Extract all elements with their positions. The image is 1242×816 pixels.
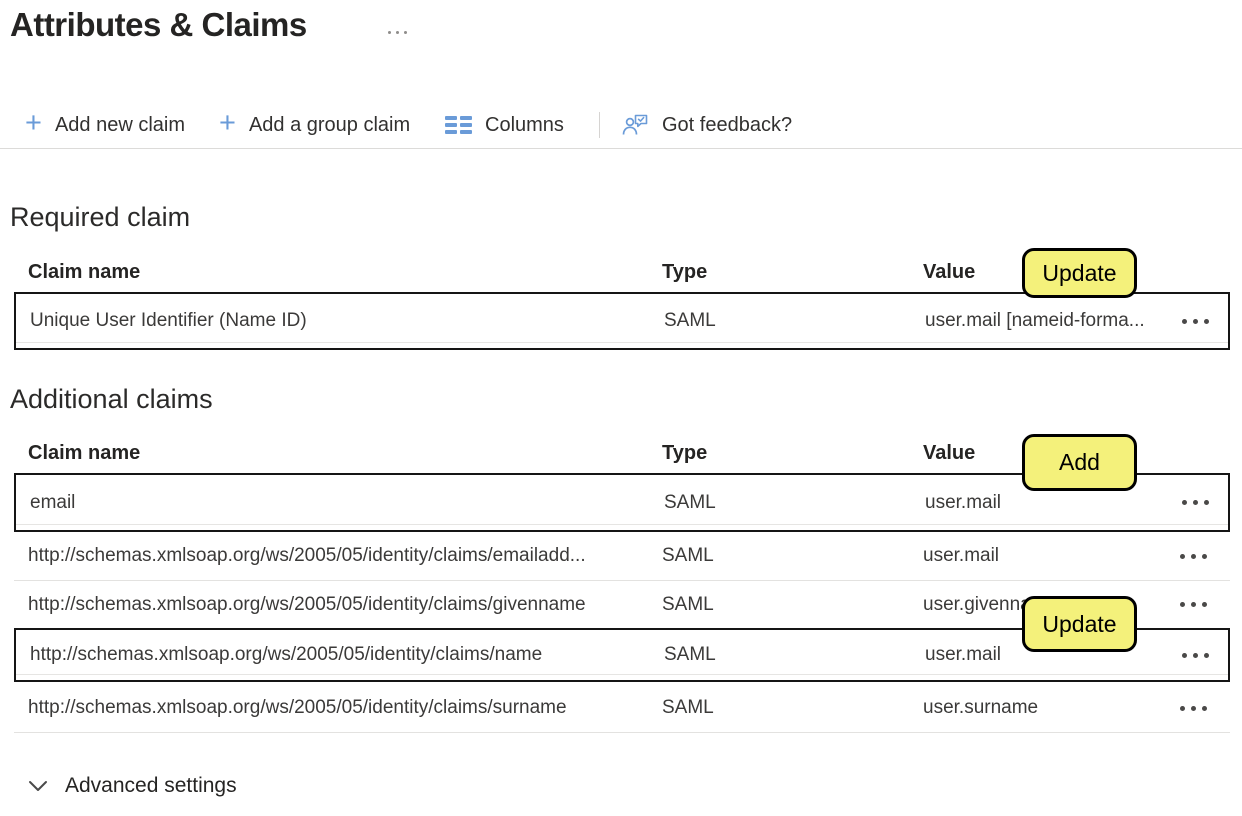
required-claim-row-highlight: Unique User Identifier (Name ID) SAML us…: [14, 292, 1230, 350]
claim-name-cell: http://schemas.xmlsoap.org/ws/2005/05/id…: [28, 697, 567, 718]
columns-button[interactable]: Columns: [445, 106, 564, 144]
claim-type-cell: SAML: [662, 545, 714, 566]
claim-type-cell: SAML: [664, 644, 716, 665]
row-menu-icon[interactable]: [1178, 702, 1230, 715]
row-menu-icon[interactable]: [1180, 649, 1228, 662]
row-menu-icon[interactable]: [1178, 598, 1230, 611]
claim-value-cell: user.mail: [923, 545, 1000, 566]
claim-value-cell: user.surname: [923, 697, 1039, 718]
got-feedback-button[interactable]: Got feedback?: [621, 106, 792, 144]
column-header-type: Type: [662, 441, 708, 464]
toolbar-rule: [0, 148, 1242, 149]
table-row[interactable]: http://schemas.xmlsoap.org/ws/2005/05/id…: [14, 684, 1230, 733]
row-menu-icon[interactable]: [1180, 496, 1228, 509]
got-feedback-label: Got feedback?: [662, 113, 793, 136]
claim-name-cell: http://schemas.xmlsoap.org/ws/2005/05/id…: [28, 545, 586, 566]
advanced-settings-expander[interactable]: Advanced settings: [28, 774, 237, 798]
claim-value-cell: user.mail [nameid-forma...: [925, 310, 1145, 331]
add-new-claim-button[interactable]: + Add new claim: [25, 106, 185, 144]
column-header-claim-name: Claim name: [28, 260, 141, 283]
columns-label: Columns: [485, 113, 564, 136]
add-new-claim-label: Add new claim: [54, 113, 185, 136]
required-claim-heading: Required claim: [10, 202, 191, 232]
attributes-claims-page: Attributes & Claims + Add new claim + Ad…: [0, 0, 1242, 816]
claim-type-cell: SAML: [662, 697, 714, 718]
additional-claims-heading: Additional claims: [10, 384, 213, 414]
claim-name-cell: Unique User Identifier (Name ID): [30, 310, 307, 331]
feedback-icon: [622, 114, 648, 135]
claim-type-cell: SAML: [664, 491, 716, 513]
claim-type-cell: SAML: [662, 593, 714, 615]
table-row[interactable]: http://schemas.xmlsoap.org/ws/2005/05/id…: [14, 532, 1230, 581]
column-header-claim-name: Claim name: [28, 441, 141, 464]
table-row[interactable]: Unique User Identifier (Name ID) SAML us…: [16, 294, 1228, 348]
claim-name-cell: http://schemas.xmlsoap.org/ws/2005/05/id…: [28, 593, 586, 615]
toolbar-divider: [599, 112, 600, 138]
plus-icon: +: [25, 107, 42, 139]
claim-value-cell: user.mail: [925, 491, 1002, 513]
row-menu-icon[interactable]: [1178, 550, 1230, 563]
column-header-type: Type: [662, 260, 708, 283]
add-group-claim-label: Add a group claim: [248, 113, 411, 136]
columns-icon: [445, 116, 472, 134]
page-title: Attributes & Claims: [10, 6, 307, 43]
plus-icon: +: [219, 107, 236, 139]
claim-name-cell: email: [30, 491, 76, 513]
claim-name-cell: http://schemas.xmlsoap.org/ws/2005/05/id…: [30, 644, 543, 665]
advanced-settings-label: Advanced settings: [65, 774, 237, 797]
chevron-down-icon: [29, 781, 47, 791]
command-bar: + Add new claim + Add a group claim Colu…: [0, 106, 1242, 144]
row-menu-icon[interactable]: [1180, 315, 1228, 328]
claim-type-cell: SAML: [664, 310, 716, 331]
annotation-update-required-claim: Update: [1022, 248, 1137, 298]
annotation-add-email-claim: Add: [1022, 434, 1137, 491]
annotation-update-name-claim: Update: [1022, 596, 1137, 652]
more-options-icon[interactable]: [388, 31, 407, 34]
add-group-claim-button[interactable]: + Add a group claim: [219, 106, 410, 144]
